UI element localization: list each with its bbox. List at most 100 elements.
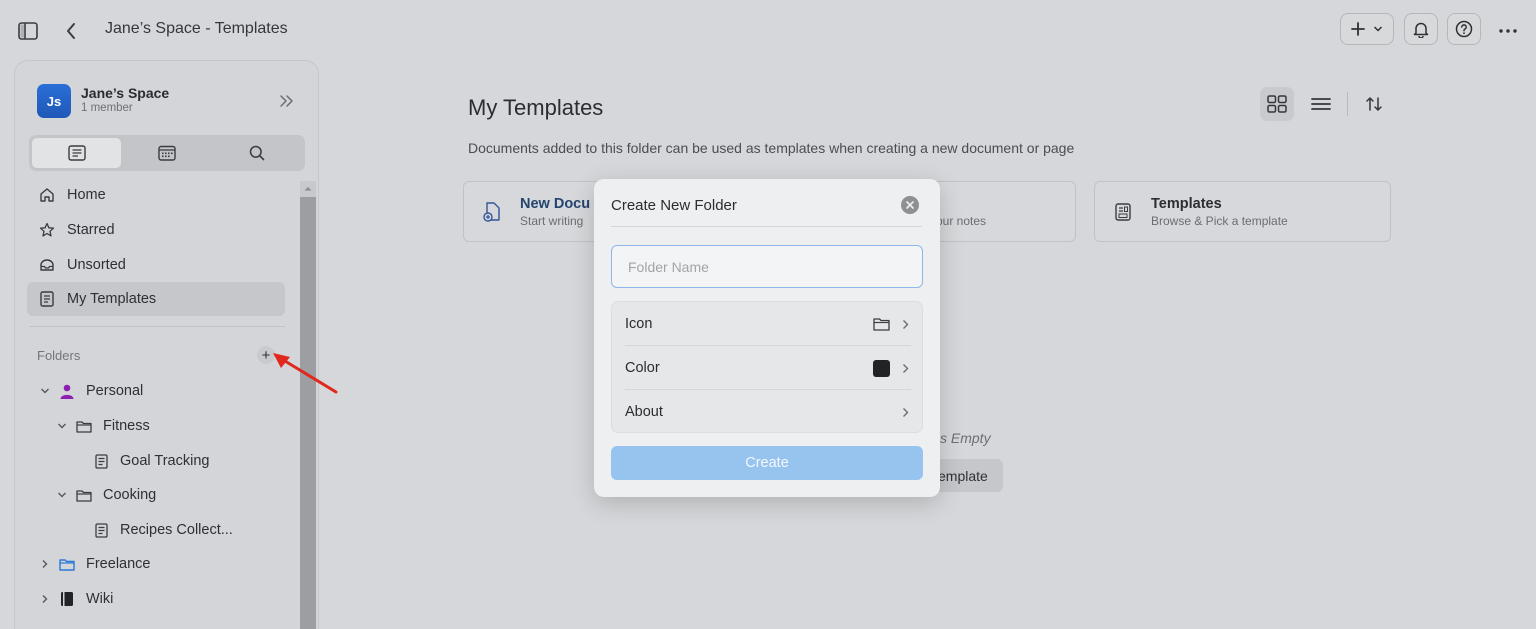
option-label: Color [625, 360, 660, 376]
tab-calendar[interactable] [122, 138, 211, 168]
card-title: New Docu [520, 196, 591, 212]
chevron-right-icon [900, 406, 910, 418]
tree-item-label: Cooking [103, 487, 157, 503]
document-list-icon [67, 145, 86, 161]
plus-icon [1351, 22, 1365, 36]
divider [611, 226, 922, 227]
back-icon[interactable] [59, 19, 83, 43]
sort-button[interactable] [1357, 87, 1391, 121]
folder-options-list: Icon Color About [611, 301, 923, 433]
sidebar-toggle-icon[interactable] [16, 19, 40, 43]
list-icon [1311, 97, 1331, 111]
home-icon [39, 187, 55, 203]
new-button[interactable] [1340, 13, 1394, 45]
chevron-down-icon[interactable] [56, 489, 68, 501]
folders-section-label: Folders [37, 348, 81, 363]
tree-item-label: Wiki [86, 591, 114, 607]
calendar-icon [157, 145, 176, 161]
folder-icon [76, 487, 92, 503]
chevron-down-icon[interactable] [39, 385, 51, 397]
person-icon [59, 383, 75, 399]
main-description: Documents added to this folder can be us… [468, 140, 1075, 156]
sidebar: Js Jane’s Space 1 member Home Starred Un… [14, 60, 319, 629]
star-icon [39, 222, 55, 238]
icon-option-row[interactable]: Icon [612, 302, 924, 346]
templates-card[interactable]: Templates Browse & Pick a template [1094, 181, 1391, 242]
option-label: Icon [625, 316, 653, 332]
sidebar-item-label: My Templates [67, 291, 157, 307]
tree-item-recipes[interactable]: Recipes Collect... [93, 516, 233, 544]
help-button[interactable] [1447, 13, 1481, 45]
new-template-button[interactable]: emplate [930, 459, 1003, 492]
about-option-row[interactable]: About [612, 390, 924, 434]
option-label: About [625, 404, 663, 420]
tree-item-cooking[interactable]: Cooking [56, 481, 156, 509]
grid-view-button[interactable] [1260, 87, 1294, 121]
inbox-icon [39, 257, 55, 273]
new-document-icon [482, 202, 502, 222]
template-gallery-icon [1113, 202, 1133, 222]
divider [1347, 92, 1348, 116]
chevron-right-icon[interactable] [39, 558, 51, 570]
tree-item-label: Recipes Collect... [120, 522, 233, 538]
book-icon [59, 591, 75, 607]
grid-icon [1267, 95, 1287, 113]
collapse-sidebar-icon[interactable] [277, 91, 297, 111]
main-title: My Templates [468, 95, 604, 120]
create-button[interactable]: Create [611, 446, 923, 480]
tree-item-label: Personal [86, 383, 144, 399]
divider [29, 326, 285, 327]
tree-item-fitness[interactable]: Fitness [56, 412, 150, 440]
scroll-up-icon[interactable] [300, 181, 316, 195]
avatar: Js [37, 84, 71, 118]
document-icon [93, 453, 109, 469]
folder-icon [76, 418, 92, 434]
folder-icon [873, 317, 890, 331]
tree-item-label: Freelance [86, 556, 151, 572]
color-swatch [873, 359, 890, 377]
tab-documents[interactable] [32, 138, 121, 168]
notifications-button[interactable] [1404, 13, 1438, 45]
tree-item-personal[interactable]: Personal [39, 377, 143, 405]
sidebar-item-label: Home [67, 187, 106, 203]
chevron-right-icon[interactable] [39, 593, 51, 605]
sidebar-item-unsorted[interactable]: Unsorted [27, 248, 285, 282]
card-subtitle: Start writing [520, 214, 584, 228]
space-switcher[interactable]: Js Jane’s Space 1 member [37, 84, 297, 118]
top-bar: Jane’s Space - Templates [0, 0, 1536, 60]
page-title: Jane’s Space - Templates [105, 20, 288, 37]
bell-icon [1413, 21, 1429, 38]
tree-item-freelance[interactable]: Freelance [39, 550, 150, 578]
list-view-button[interactable] [1304, 87, 1338, 121]
color-option-row[interactable]: Color [612, 346, 924, 390]
chevron-down-icon [1373, 25, 1383, 33]
template-icon [39, 291, 55, 307]
close-icon[interactable] [901, 196, 919, 214]
sidebar-item-home[interactable]: Home [27, 178, 285, 212]
card-title: Templates [1151, 196, 1222, 212]
chevron-right-icon [900, 362, 910, 374]
card-subtitle: Browse & Pick a template [1151, 214, 1288, 228]
sidebar-view-switcher [29, 135, 305, 171]
chevron-down-icon[interactable] [56, 420, 68, 432]
folder-icon [59, 556, 75, 572]
sidebar-item-my-templates[interactable]: My Templates [27, 282, 285, 316]
dialog-title: Create New Folder [611, 197, 737, 214]
chevron-right-icon [900, 318, 910, 330]
empty-state-text: s Empty [940, 430, 991, 446]
tree-item-wiki[interactable]: Wiki [39, 585, 113, 613]
folder-name-input[interactable] [611, 245, 923, 288]
tree-item-label: Fitness [103, 418, 150, 434]
card-subtitle: our notes [936, 214, 987, 228]
more-icon[interactable] [1496, 19, 1520, 43]
tab-search[interactable] [212, 138, 301, 168]
create-folder-dialog: Create New Folder Icon Color About Creat… [594, 179, 940, 497]
space-name: Jane’s Space [81, 85, 170, 101]
sidebar-scrollbar-thumb[interactable] [300, 197, 316, 629]
sidebar-item-starred[interactable]: Starred [27, 213, 285, 247]
help-icon [1455, 20, 1473, 38]
annotation-arrow-icon [273, 353, 338, 394]
search-icon [249, 145, 265, 161]
tree-item-goal-tracking[interactable]: Goal Tracking [93, 447, 209, 475]
document-icon [93, 522, 109, 538]
